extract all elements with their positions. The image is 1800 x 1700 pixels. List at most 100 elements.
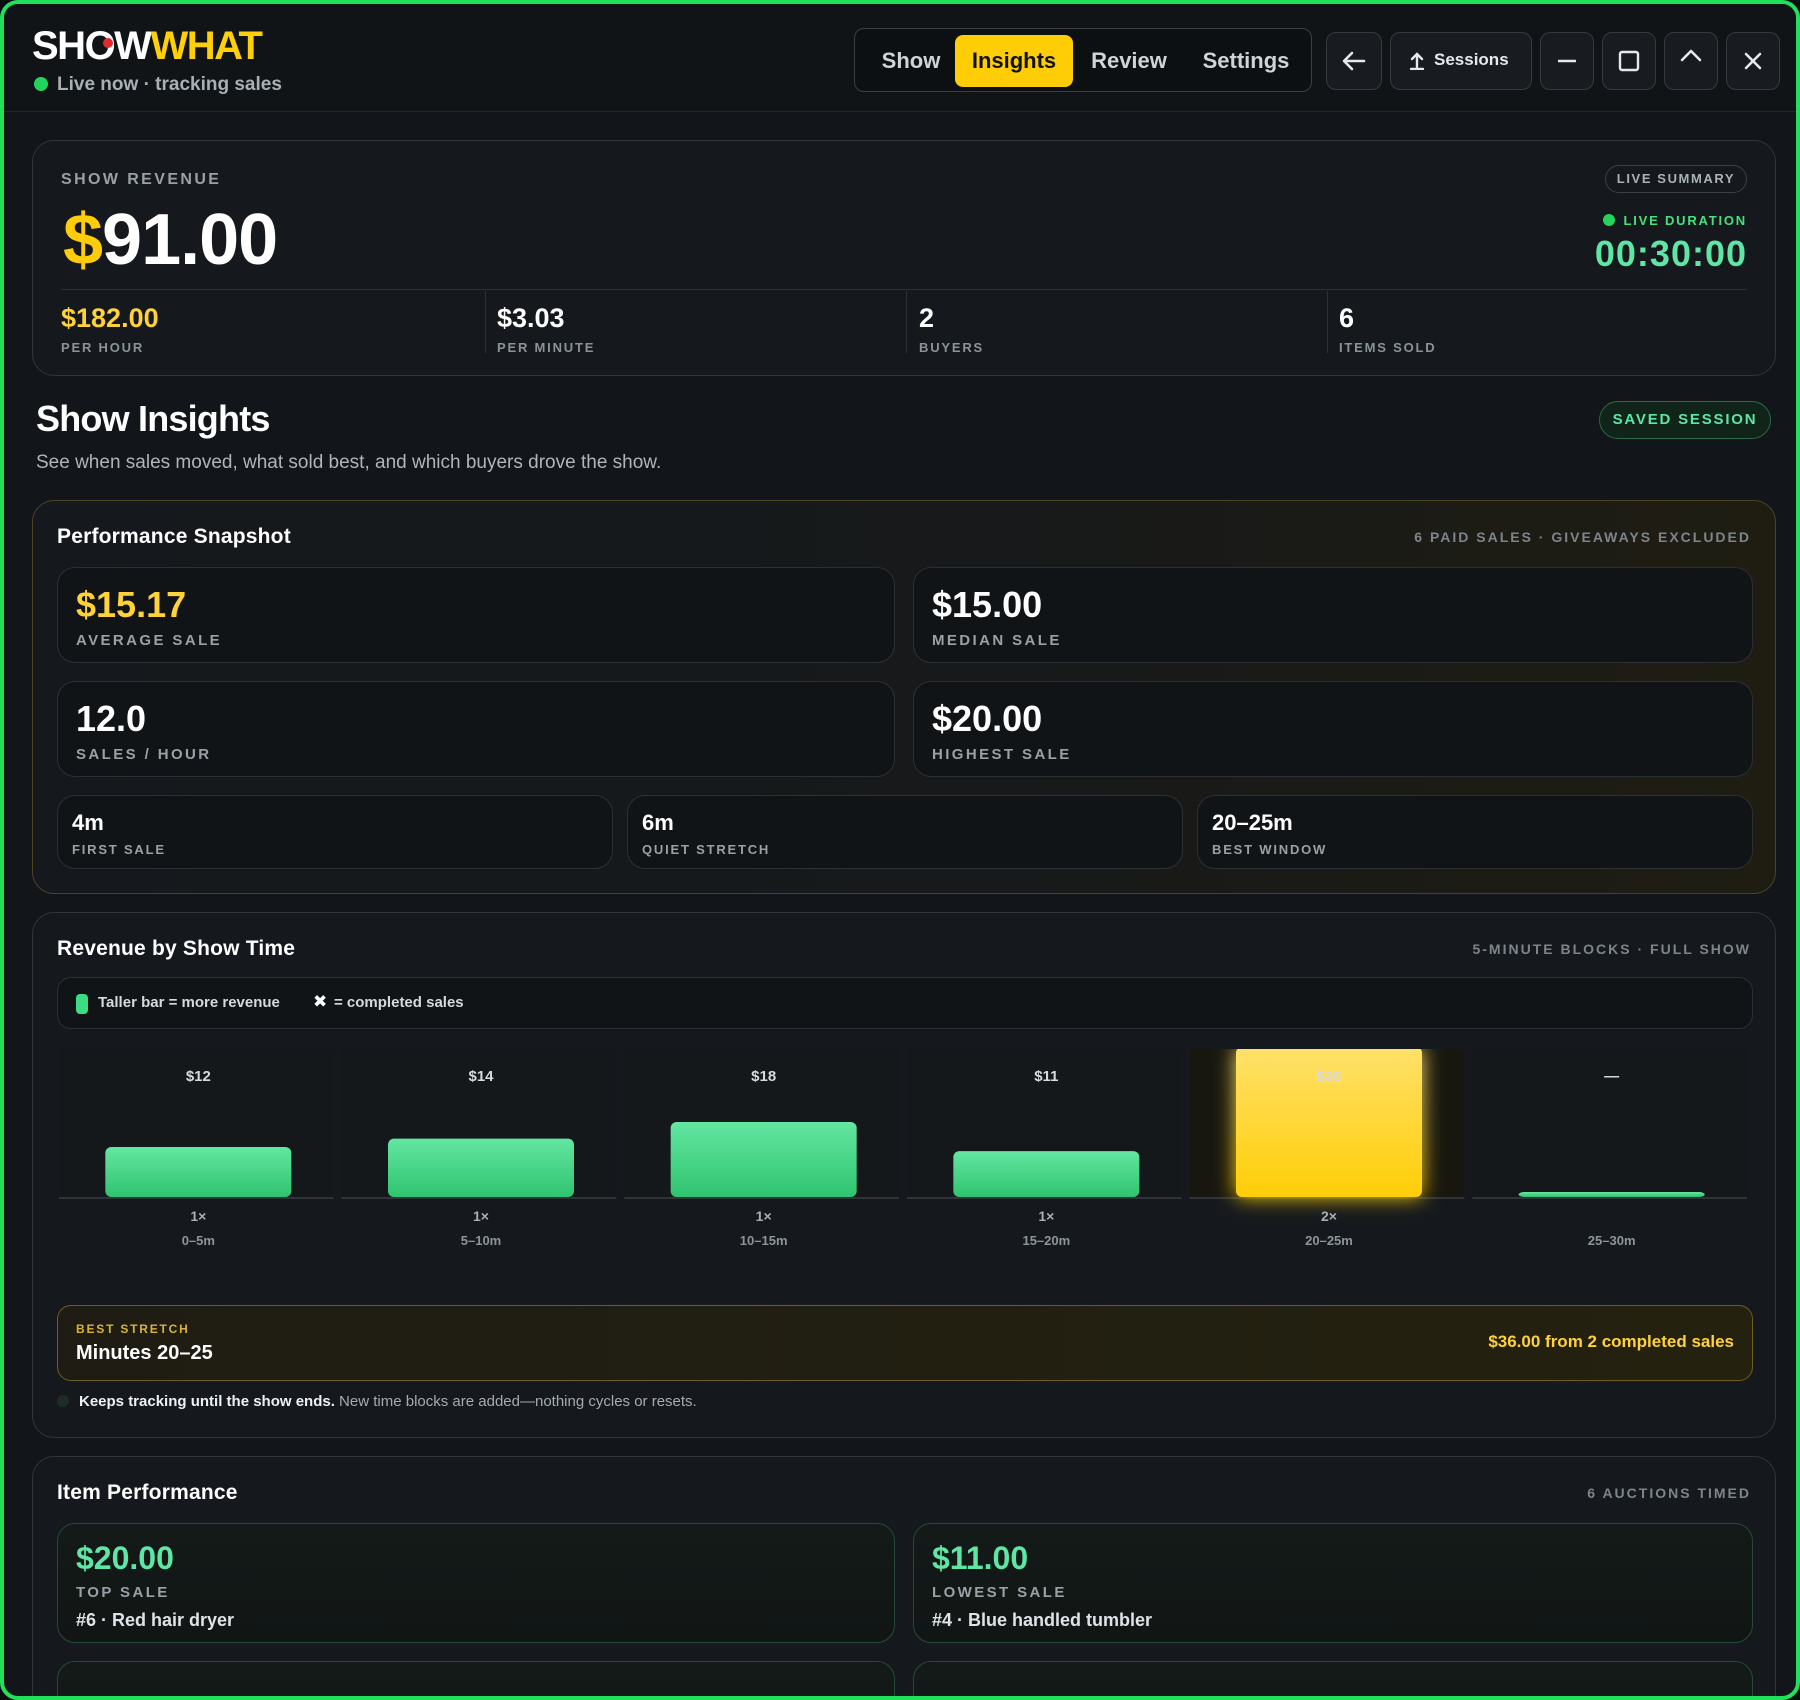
- chart-category-label: 20–25m: [1305, 1233, 1353, 1248]
- live-duration-label-text: LIVE DURATION: [1623, 213, 1747, 228]
- tile-value: 12.0: [76, 698, 147, 739]
- tile-label: HIGHEST SALE: [932, 746, 1072, 763]
- stat-value: 6: [1339, 303, 1355, 333]
- divider: [906, 291, 907, 353]
- bar-swatch-icon: [76, 994, 88, 1014]
- legend-bar-text: Taller bar = more revenue: [98, 994, 280, 1011]
- minimize-button[interactable]: [1540, 32, 1594, 90]
- card-title: Performance Snapshot: [57, 525, 291, 548]
- top-bar: SHOWWHAT Live now · tracking sales Show …: [4, 4, 1796, 112]
- tab-show[interactable]: Show: [863, 35, 959, 87]
- app-logo: SHOWWHAT: [32, 24, 263, 68]
- divider: [485, 291, 486, 353]
- chart-value-label: —: [1604, 1068, 1619, 1085]
- chart-value-label: $12: [186, 1068, 211, 1085]
- stat-label: PER MINUTE: [497, 340, 596, 355]
- live-dot-icon: [34, 77, 48, 91]
- revenue-bar-chart: $12 1× 0–5m $14 1× 5–10m $18 1× 10–15m $11 1× 15–20…: [59, 1049, 1747, 1248]
- tile-value: $11.00: [932, 1540, 1029, 1576]
- chart-baseline: [907, 1197, 1182, 1199]
- card-meta: 5-MINUTE BLOCKS · FULL SHOW: [1472, 941, 1751, 957]
- tile-value: $20.00: [932, 698, 1043, 739]
- legend-x-text: = completed sales: [334, 994, 464, 1011]
- best-stretch-value: Minutes 20–25: [76, 1342, 213, 1364]
- sessions-button[interactable]: Sessions: [1390, 32, 1532, 90]
- live-duration-label: LIVE DURATION: [1603, 213, 1747, 228]
- tab-insights[interactable]: Insights: [955, 35, 1073, 87]
- tile-first-sale: 4m FIRST SALE: [57, 795, 613, 869]
- tile-label: TOP SALE: [76, 1584, 170, 1601]
- upload-icon: [1410, 52, 1424, 70]
- tile-label: QUIET STRETCH: [642, 842, 771, 857]
- logo-part-show: SHOW: [32, 24, 152, 68]
- stat-value: $3.03: [497, 303, 565, 333]
- tile-highest-sale: $20.00 HIGHEST SALE: [913, 681, 1753, 777]
- sessions-label: Sessions: [1434, 50, 1509, 69]
- saved-session-badge: SAVED SESSION: [1599, 401, 1771, 439]
- close-icon: [1744, 52, 1762, 70]
- tab-settings[interactable]: Settings: [1185, 35, 1307, 87]
- live-dot-icon: [1603, 214, 1616, 226]
- chevron-up-icon: [1680, 50, 1702, 62]
- chart-bar: [1518, 1192, 1705, 1197]
- chart-baseline: [624, 1197, 899, 1199]
- tile-label: SALES / HOUR: [76, 746, 212, 763]
- back-button[interactable]: [1326, 32, 1382, 90]
- tile-quiet-stretch: 6m QUIET STRETCH: [627, 795, 1183, 869]
- chart-value-label: $18: [751, 1068, 776, 1085]
- best-stretch-label: BEST STRETCH: [76, 1322, 190, 1336]
- chart-baseline: [341, 1197, 617, 1199]
- tile-best-window: 20–25m BEST WINDOW: [1197, 795, 1753, 869]
- live-duration: 00:30:00: [1594, 233, 1747, 274]
- tile-value: 6m: [642, 810, 674, 835]
- chart-value-label: $36: [1316, 1068, 1341, 1085]
- item-name: #4 · Blue handled tumbler: [932, 1610, 1153, 1630]
- maximize-icon: [1618, 50, 1640, 72]
- tile-value: $15.00: [932, 584, 1043, 625]
- chart-legend: Taller bar = more revenue ✖ = completed …: [57, 977, 1753, 1029]
- revenue-by-time-card: Revenue by Show Time 5-MINUTE BLOCKS · F…: [32, 912, 1776, 1438]
- tile-median-sale: $15.00 MEDIAN SALE: [913, 567, 1753, 663]
- tile-label: MEDIAN SALE: [932, 632, 1062, 649]
- stat-per-minute: $3.03 PER MINUTE: [497, 303, 595, 355]
- stat-value: $182.00: [61, 303, 159, 333]
- tile-partial: [57, 1661, 895, 1696]
- close-button[interactable]: [1726, 32, 1780, 90]
- tab-review[interactable]: Review: [1081, 35, 1177, 87]
- chart-category-label: 15–20m: [1022, 1233, 1070, 1248]
- live-summary-pill: LIVE SUMMARY: [1605, 165, 1747, 193]
- best-stretch-banner: BEST STRETCH Minutes 20–25 $36.00 from 2…: [57, 1305, 1753, 1381]
- footnote-text: New time blocks are added—nothing cycles…: [334, 1393, 697, 1410]
- item-performance-card: Item Performance 6 AUCTIONS TIMED $20.00…: [32, 1456, 1776, 1696]
- stat-label: ITEMS SOLD: [1339, 340, 1437, 355]
- chart-count-label: 1×: [1038, 1208, 1054, 1224]
- chart-count-label: 2×: [1321, 1208, 1337, 1224]
- chart-bar: [670, 1122, 857, 1197]
- best-stretch-detail: $36.00 from 2 completed sales: [1488, 1332, 1734, 1351]
- chart-baseline: [1472, 1197, 1747, 1199]
- chart-category-label: 25–30m: [1588, 1233, 1636, 1248]
- stat-per-hour: $182.00 PER HOUR: [61, 303, 159, 355]
- tile-label: BEST WINDOW: [1212, 842, 1328, 857]
- show-revenue-card: SHOW REVENUE $91.00 LIVE SUMMARY LIVE DU…: [32, 140, 1776, 376]
- revenue-title: SHOW REVENUE: [61, 171, 222, 188]
- chart-category-label: 5–10m: [461, 1233, 501, 1248]
- stat-buyers: 2 BUYERS: [919, 303, 984, 355]
- collapse-button[interactable]: [1664, 32, 1718, 90]
- chart-baseline: [59, 1197, 334, 1199]
- maximize-button[interactable]: [1602, 32, 1656, 90]
- tile-label: FIRST SALE: [72, 842, 166, 857]
- minimize-icon: [1558, 59, 1576, 63]
- back-arrow-icon: [1342, 51, 1366, 71]
- tile-label: AVERAGE SALE: [76, 632, 223, 649]
- card-meta: 6 AUCTIONS TIMED: [1587, 1485, 1751, 1501]
- footnote-bold: Keeps tracking until the show ends.: [79, 1393, 335, 1410]
- tile-partial: [913, 1661, 1753, 1696]
- stat-items-sold: 6 ITEMS SOLD: [1339, 303, 1436, 355]
- live-status: Live now · tracking sales: [34, 74, 282, 96]
- tracking-footnote: Keeps tracking until the show ends. New …: [57, 1393, 697, 1410]
- divider: [1327, 291, 1328, 353]
- logo-dot-icon: [103, 38, 113, 48]
- card-title: Revenue by Show Time: [57, 937, 296, 960]
- stat-value: 2: [919, 303, 935, 333]
